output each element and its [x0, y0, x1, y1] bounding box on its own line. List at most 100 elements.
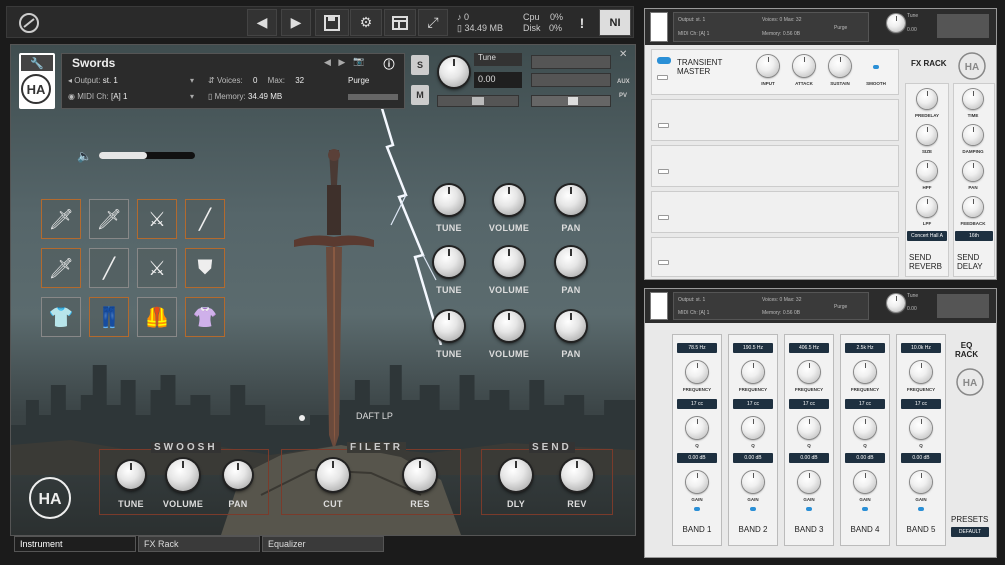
info-icon[interactable]: ⓘ — [380, 56, 398, 72]
midi-row[interactable]: ◉ MIDI Ch: [A] 1 — [68, 92, 127, 101]
transient-slot-toggle[interactable] — [657, 75, 668, 80]
fx-mini-logo[interactable] — [650, 12, 668, 42]
fx-slot-4-toggle[interactable] — [658, 215, 669, 220]
shield-icon[interactable]: ⛊ — [185, 248, 225, 288]
pan-knob-2[interactable] — [556, 247, 586, 277]
filter-type-dot[interactable] — [299, 415, 305, 421]
fx-mini-output[interactable]: Output: st. 1 — [678, 17, 705, 23]
band-5-frequency-value[interactable]: 10.0k Hz — [901, 343, 941, 353]
delay-pan-knob[interactable] — [963, 161, 983, 181]
feedback-knob[interactable] — [963, 197, 983, 217]
presets-select[interactable]: DEFAULT — [951, 527, 989, 537]
band-1-gain-knob[interactable] — [686, 471, 708, 493]
warning-icon[interactable]: ! — [569, 9, 595, 36]
size-knob[interactable] — [917, 125, 937, 145]
prev-button[interactable]: ◀ — [247, 9, 277, 36]
eq-mini-logo[interactable] — [650, 292, 668, 320]
band-2-frequency-knob[interactable] — [742, 361, 764, 383]
cut-knob[interactable] — [317, 459, 349, 491]
resize-icon[interactable]: ⤢ — [418, 9, 448, 36]
hpf-knob[interactable] — [917, 161, 937, 181]
eq-mini-tune-knob[interactable] — [887, 294, 905, 312]
wrench-icon[interactable]: 🔧 — [21, 55, 53, 71]
instrument-name[interactable]: Swords — [72, 56, 115, 70]
band-2-frequency-value[interactable]: 190.5 Hz — [733, 343, 773, 353]
fx-mini-midi[interactable]: MIDI Ch: [A] 1 — [678, 31, 709, 37]
instrument-nav[interactable]: ◀ ▶ — [324, 57, 345, 68]
aux-button[interactable]: AUX — [617, 79, 630, 85]
instrument-logo[interactable]: 🔧 HA — [19, 53, 55, 109]
band-2-q-knob[interactable] — [742, 417, 764, 439]
fx-mini-tune-value[interactable]: 0.00 — [907, 27, 917, 33]
tune-knob[interactable] — [439, 57, 469, 87]
band-3-frequency-knob[interactable] — [798, 361, 820, 383]
input-knob[interactable] — [757, 55, 779, 77]
sword-icon[interactable]: 🗡 — [41, 199, 81, 239]
mute-button[interactable]: M — [411, 85, 429, 105]
blade-icon[interactable]: 🗡 — [89, 199, 129, 239]
output-dropdown-icon[interactable]: ▾ — [190, 76, 194, 85]
fx-slot-3-toggle[interactable] — [658, 169, 669, 174]
pants-icon[interactable]: 👖 — [89, 297, 129, 337]
band-1-enable-toggle[interactable] — [694, 507, 700, 511]
res-knob[interactable] — [404, 459, 436, 491]
fx-mini-purge[interactable]: Purge — [834, 25, 847, 31]
volume-knob-3[interactable] — [494, 311, 524, 341]
band-4-q-value[interactable]: 17 cc — [845, 399, 885, 409]
filter-type-label[interactable]: DAFT LP — [356, 411, 393, 421]
next-button[interactable]: ▶ — [281, 9, 311, 36]
band-2-enable-toggle[interactable] — [750, 507, 756, 511]
layout-icon[interactable] — [384, 9, 416, 36]
fx-slot-2-toggle[interactable] — [658, 123, 669, 128]
eq-mini-output[interactable]: Output: st. 1 — [678, 297, 705, 303]
predelay-knob[interactable] — [917, 89, 937, 109]
output-row[interactable]: ◂ Output: st. 1 — [68, 76, 118, 85]
kontakt-logo-icon[interactable] — [13, 9, 45, 36]
vest-icon[interactable]: 🦺 — [137, 297, 177, 337]
band-1-frequency-value[interactable]: 78.5 Hz — [677, 343, 717, 353]
band-2-gain-value[interactable]: 0.00 dB — [733, 453, 773, 463]
eq-mini-midi[interactable]: MIDI Ch: [A] 1 — [678, 310, 709, 316]
band-1-gain-value[interactable]: 0.00 dB — [677, 453, 717, 463]
band-3-gain-value[interactable]: 0.00 dB — [789, 453, 829, 463]
solo-button[interactable]: S — [411, 55, 429, 75]
swoosh-tune-knob[interactable] — [117, 461, 145, 489]
attack-knob[interactable] — [793, 55, 815, 77]
band-4-enable-toggle[interactable] — [862, 507, 868, 511]
tab-instrument[interactable]: Instrument — [14, 536, 136, 552]
band-3-frequency-value[interactable]: 406.5 Hz — [789, 343, 829, 353]
katana-icon[interactable]: ╱ — [185, 199, 225, 239]
purge-button[interactable]: Purge — [348, 76, 369, 85]
band-3-gain-knob[interactable] — [798, 471, 820, 493]
transient-power-toggle[interactable] — [657, 57, 671, 64]
eq-mini-purge[interactable]: Purge — [834, 304, 847, 310]
time-knob[interactable] — [963, 89, 983, 109]
band-4-frequency-value[interactable]: 2.5k Hz — [845, 343, 885, 353]
fx-slot-5-toggle[interactable] — [658, 260, 669, 265]
tab-fx-rack[interactable]: FX Rack — [138, 536, 260, 552]
band-1-q-value[interactable]: 17 cc — [677, 399, 717, 409]
tune-knob-3[interactable] — [434, 311, 464, 341]
volume-knob-2[interactable] — [494, 247, 524, 277]
volume-knob-1[interactable] — [494, 185, 524, 215]
band-3-q-value[interactable]: 17 cc — [789, 399, 829, 409]
band-5-frequency-knob[interactable] — [910, 361, 932, 383]
band-5-q-value[interactable]: 17 cc — [901, 399, 941, 409]
tune-knob-1[interactable] — [434, 185, 464, 215]
band-3-enable-toggle[interactable] — [806, 507, 812, 511]
close-icon[interactable]: ✕ — [619, 49, 627, 60]
damping-knob[interactable] — [963, 125, 983, 145]
save-icon[interactable] — [315, 9, 349, 36]
cloth-outline-icon[interactable]: 👚 — [185, 297, 225, 337]
swoosh-volume-knob[interactable] — [167, 459, 199, 491]
band-2-q-value[interactable]: 17 cc — [733, 399, 773, 409]
dagger-icon[interactable]: 🗡 — [41, 248, 81, 288]
band-5-q-knob[interactable] — [910, 417, 932, 439]
band-1-frequency-knob[interactable] — [686, 361, 708, 383]
band-5-gain-knob[interactable] — [910, 471, 932, 493]
delay-preset-select[interactable]: 16th — [955, 231, 993, 241]
tune-knob-2[interactable] — [434, 247, 464, 277]
band-4-gain-knob[interactable] — [854, 471, 876, 493]
band-3-q-knob[interactable] — [798, 417, 820, 439]
ni-logo-button[interactable]: NI — [599, 9, 631, 36]
